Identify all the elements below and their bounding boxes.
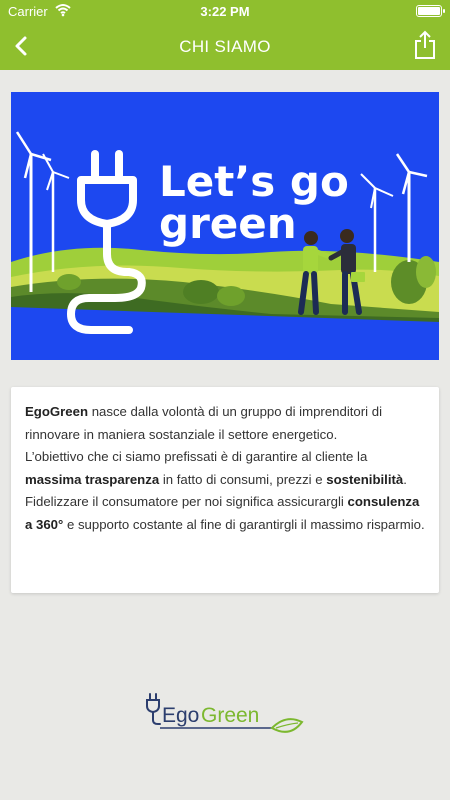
highlight-sustainability: sostenibilità <box>326 471 404 487</box>
battery-icon <box>416 5 445 17</box>
about-text: in fatto di consumi, prezzi e <box>159 471 327 487</box>
about-card: EgoGreen nasce dalla volontà di un grupp… <box>11 387 439 593</box>
about-text: . <box>403 471 407 487</box>
about-text: Fidelizzare il consumatore per noi signi… <box>25 494 348 509</box>
status-bar: Carrier 3:22 PM <box>0 0 450 22</box>
clock: 3:22 PM <box>200 4 250 19</box>
egogreen-logo: Ego Green <box>140 690 310 742</box>
navigation-bar: CHI SIAMO <box>0 22 450 70</box>
page-title: CHI SIAMO <box>179 37 271 56</box>
about-paragraph-2: L’obiettivo che ci siamo prefissati è di… <box>25 446 425 491</box>
about-paragraph-1: EgoGreen nasce dalla volontà di un grupp… <box>25 401 425 446</box>
brand-name: EgoGreen <box>25 404 89 419</box>
logo-text-green: Green <box>201 704 260 727</box>
about-paragraph-3: Fidelizzare il consumatore per noi signi… <box>25 491 425 536</box>
share-icon[interactable] <box>412 30 438 60</box>
banner-illustration: Let’s go green <box>11 92 439 360</box>
logo-text-ego: Ego <box>162 704 200 727</box>
banner-headline-line2: green <box>159 199 297 248</box>
about-text: e supporto costante al fine di garantirg… <box>63 516 425 532</box>
highlight-transparency: massima trasparenza <box>25 471 160 487</box>
about-text: L’obiettivo che ci siamo prefissati è di… <box>25 449 368 464</box>
lets-go-green-banner: Let’s go green <box>11 92 439 360</box>
